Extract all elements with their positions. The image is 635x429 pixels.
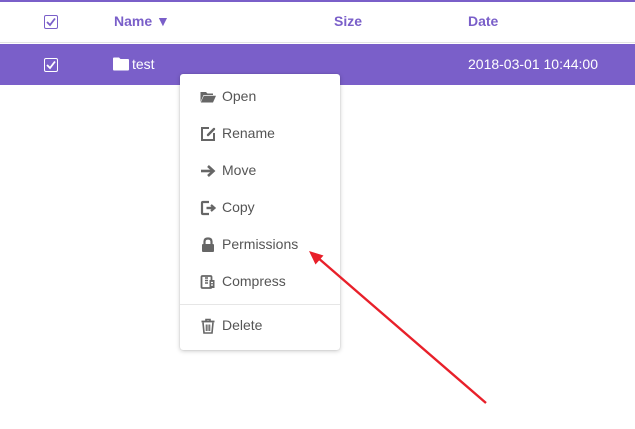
annotation-arrow — [309, 251, 487, 404]
file-manager: Name ▼ Size Date test 2018-03-01 10:44:0… — [0, 0, 635, 429]
